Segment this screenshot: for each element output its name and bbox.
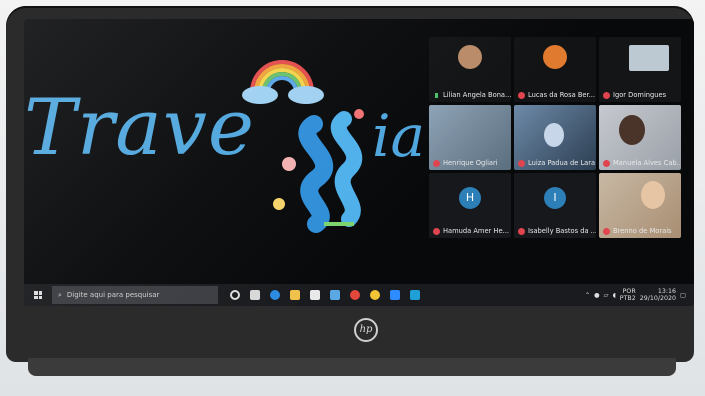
windows-taskbar: ⌕ Digite aqui para pesquisar ⌃ ● ▱ ◖ POR… — [24, 284, 694, 306]
microphone-muted-icon — [433, 227, 440, 235]
microphone-muted-icon — [433, 159, 440, 167]
clock-time: 13:16 — [657, 288, 677, 295]
participant-initial: I — [544, 187, 566, 209]
participant-name: Lucas da Rosa Ber... — [528, 91, 596, 99]
keyboard-label: PTB2 — [619, 295, 636, 302]
video-person — [544, 123, 564, 147]
laptop-bezel: Trave ia Lilian Angela Bona... Lucas da … — [6, 6, 694, 362]
clock[interactable]: 13:16 29/10/2020 — [640, 288, 676, 302]
network-icon[interactable]: ▱ — [604, 292, 609, 299]
zoom-icon[interactable] — [390, 290, 400, 300]
microphone-icon[interactable]: ● — [594, 292, 600, 299]
logo-word-right: ia — [372, 102, 426, 170]
language-label: POR — [622, 288, 636, 295]
microphone-muted-icon — [518, 91, 525, 99]
participant-tile[interactable]: Lucas da Rosa Ber... — [514, 37, 596, 102]
participant-name: Brenno de Morais — [613, 227, 672, 235]
video-person — [619, 115, 645, 145]
video-person — [641, 181, 665, 209]
laptop-hinge — [28, 358, 676, 376]
edge-icon[interactable] — [270, 290, 280, 300]
clock-date: 29/10/2020 — [639, 295, 677, 302]
microphone-muted-icon — [518, 227, 525, 235]
participant-video[interactable]: Henrique Ogliari — [429, 105, 511, 170]
task-view-icon[interactable] — [250, 290, 260, 300]
participant-name: Manuela Alves Cab... — [613, 159, 681, 167]
search-placeholder: Digite aqui para pesquisar — [66, 291, 160, 299]
cortana-icon[interactable] — [230, 290, 240, 300]
participant-video[interactable]: Manuela Alves Cab... — [599, 105, 681, 170]
participant-name: Henrique Ogliari — [443, 159, 498, 167]
participant-name: Igor Domingues — [613, 91, 667, 99]
avatar — [458, 45, 482, 69]
taskbar-app-icons — [230, 290, 420, 300]
participant-video[interactable]: Brenno de Morais — [599, 173, 681, 238]
file-explorer-icon[interactable] — [290, 290, 300, 300]
participant-name: Isabelly Bastos da ... — [528, 227, 596, 235]
participant-tile[interactable]: I Isabelly Bastos da ... — [514, 173, 596, 238]
microphone-muted-icon — [603, 159, 610, 167]
hp-logo: hp — [354, 318, 378, 342]
video-call-grid: Lilian Angela Bona... Lucas da Rosa Ber.… — [419, 19, 694, 251]
system-tray: ⌃ ● ▱ ◖ POR PTB2 13:16 29/10/2020 ▢ — [585, 284, 686, 306]
keyboard-language[interactable]: POR PTB2 — [620, 288, 636, 302]
microphone-muted-icon — [603, 91, 610, 99]
chevron-up-icon[interactable]: ⌃ — [585, 292, 590, 299]
participant-initial: H — [459, 187, 481, 209]
logo-word-left: Trave — [24, 83, 256, 173]
avatar — [629, 45, 669, 71]
chrome-icon[interactable] — [350, 290, 360, 300]
windows-start-icon[interactable] — [34, 291, 42, 299]
laptop-screen: Trave ia Lilian Angela Bona... Lucas da … — [24, 19, 694, 306]
participant-tile[interactable]: Lilian Angela Bona... — [429, 37, 511, 102]
participant-name: Hamuda Amer He... — [443, 227, 509, 235]
participant-name: Lilian Angela Bona... — [443, 91, 511, 99]
volume-icon[interactable]: ◖ — [612, 292, 615, 299]
app-icon[interactable] — [410, 290, 420, 300]
participant-tile[interactable]: H Hamuda Amer He... — [429, 173, 511, 238]
microphone-on-icon — [433, 92, 440, 99]
travessia-logo: Trave ia — [24, 19, 434, 269]
microphone-muted-icon — [518, 159, 525, 167]
store-icon[interactable] — [310, 290, 320, 300]
microphone-muted-icon — [603, 227, 610, 235]
taskbar-search[interactable]: ⌕ Digite aqui para pesquisar — [52, 286, 218, 304]
participant-name: Luiza Padua de Lara — [528, 159, 596, 167]
notifications-icon[interactable]: ▢ — [680, 292, 686, 299]
avatar — [543, 45, 567, 69]
mail-icon[interactable] — [330, 290, 340, 300]
chrome-active-icon[interactable] — [370, 290, 380, 300]
participant-tile[interactable]: Igor Domingues — [599, 37, 681, 102]
search-icon: ⌕ — [58, 290, 62, 299]
participant-video[interactable]: Luiza Padua de Lara — [514, 105, 596, 170]
